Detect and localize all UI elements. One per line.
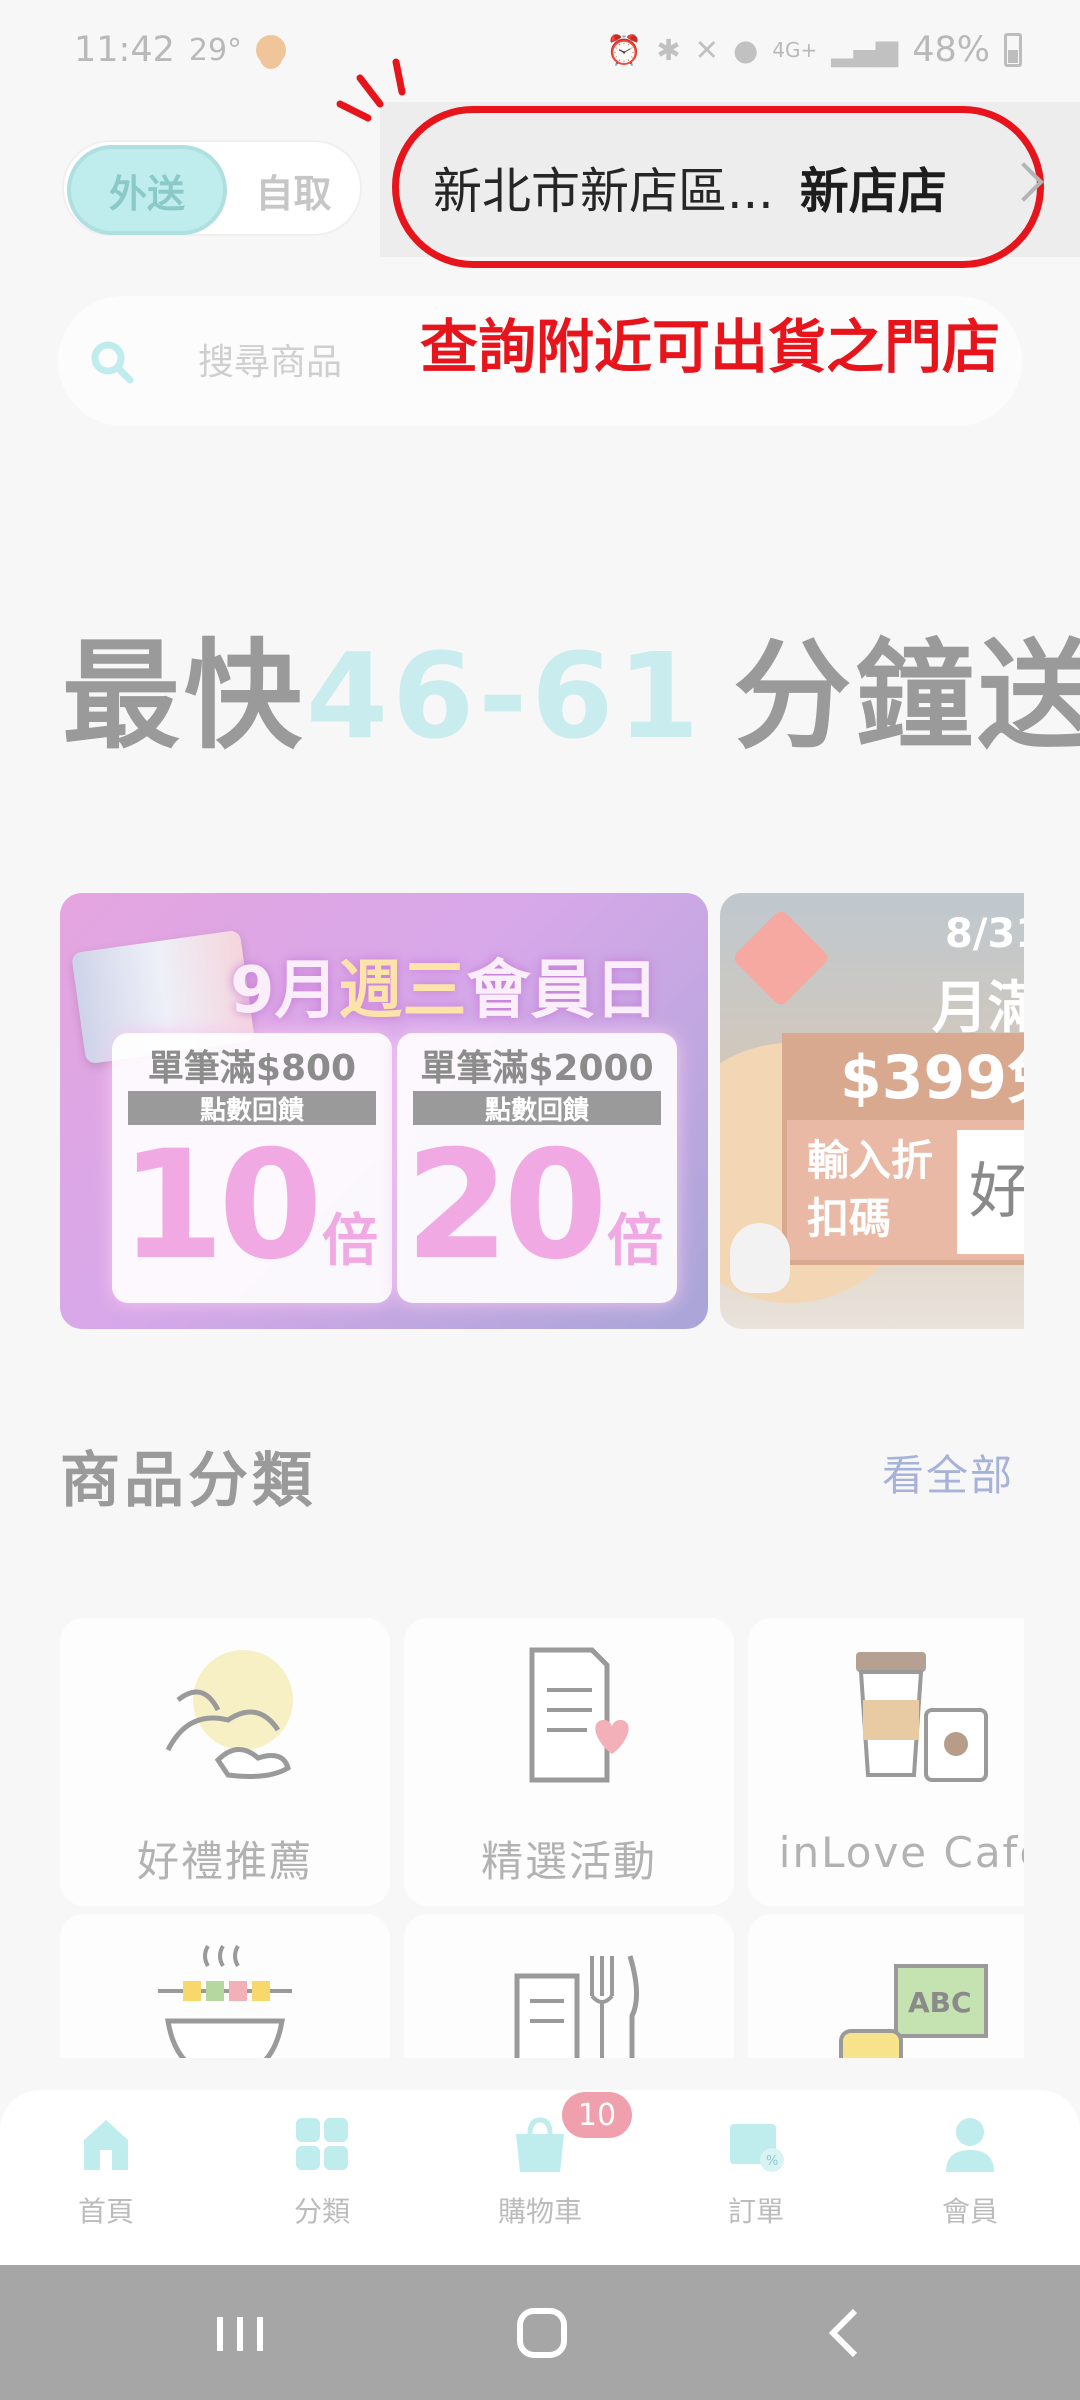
shopping-bag-icon	[516, 2117, 564, 2172]
banner-title-rest: 會員日	[466, 954, 659, 1028]
battery-icon	[1004, 33, 1022, 67]
category-card[interactable]: inLove Café	[748, 1618, 1024, 1906]
discount-code-value: 好	[957, 1130, 1024, 1254]
offer-condition: 單筆滿$800	[147, 1048, 357, 1089]
status-bar: 11:42 29° ⏰ ✱ ✕ ● 4G+ ▂▄▆ 48%	[0, 0, 1080, 100]
status-temperature: 29°	[188, 32, 243, 68]
banner-member-day[interactable]: 9月週三會員日 單筆滿$800 點數回饋 10 倍 單筆滿$2000 點數回饋 …	[60, 893, 708, 1329]
category-card[interactable]: ABC	[748, 1914, 1024, 2058]
svg-text:ABC: ABC	[908, 1986, 972, 2019]
headline-time: 46-61	[306, 627, 704, 765]
search-icon	[91, 341, 134, 384]
delivery-time-headline: 最快46-61 分鐘送	[62, 600, 1080, 771]
headline-prefix: 最快	[62, 627, 307, 765]
network-type: 4G+	[772, 38, 818, 62]
tab-orders[interactable]: % 訂單	[696, 2108, 816, 2248]
category-card[interactable]	[404, 1914, 734, 2058]
category-section-title: 商品分類	[60, 1446, 316, 1516]
tab-home[interactable]: 首頁	[46, 2108, 166, 2248]
discount-code-box: 輸入折扣碼 好	[782, 1115, 1024, 1265]
menu-cutlery-icon	[514, 1955, 639, 2058]
category-grid: 好禮推薦 精選活動 inLove Café ABC	[60, 1618, 1024, 2058]
back-icon[interactable]	[805, 2295, 885, 2371]
banner-date: 8/31	[945, 911, 1024, 957]
status-right: ⏰ ✱ ✕ ● 4G+ ▂▄▆ 48%	[606, 30, 1022, 70]
grid-icon	[296, 2118, 348, 2170]
see-all-link[interactable]: 看全部	[882, 1442, 1014, 1503]
banner-carousel[interactable]: 9月週三會員日 單筆滿$800 點數回饋 10 倍 單筆滿$2000 點數回饋 …	[60, 893, 1024, 1329]
tab-member[interactable]: 會員	[910, 2108, 1030, 2248]
search-input[interactable]: 搜尋商品	[198, 338, 342, 388]
weather-icon	[256, 35, 287, 65]
category-label: 精選活動	[480, 1837, 657, 1886]
app-screen: 11:42 29° ⏰ ✱ ✕ ● 4G+ ▂▄▆ 48% 外送 自取 新北市新…	[0, 0, 1080, 2400]
order-icon: %	[730, 2124, 784, 2172]
coffee-icon	[856, 1652, 988, 1782]
headline-suffix: 分鐘送	[733, 627, 1080, 765]
offer-box-800: 單筆滿$800 點數回饋 10 倍	[112, 1033, 392, 1303]
category-card[interactable]	[60, 1914, 390, 2058]
delivery-option[interactable]: 外送	[67, 145, 227, 235]
school-bag-icon: ABC	[839, 1964, 988, 2058]
bluetooth-icon: ✱	[656, 33, 681, 67]
rabbit-decoration	[730, 1223, 790, 1293]
store-selector[interactable]: 新北市新店區... 新店店	[392, 106, 1044, 268]
svg-text:%: %	[766, 2154, 778, 2169]
home-button-icon[interactable]	[502, 2295, 582, 2371]
location-icon: ●	[732, 33, 759, 67]
category-label: 好禮推薦	[136, 1837, 313, 1886]
category-card[interactable]: 好禮推薦	[60, 1618, 390, 1906]
tab-category[interactable]: 分類	[262, 2108, 382, 2248]
banner-title-highlight: 週三	[338, 954, 467, 1028]
skewer-bowl-icon	[158, 1944, 292, 2058]
bottom-tab-bar: 首頁 分類 購物車 % 訂單 會員	[0, 2090, 1080, 2265]
tab-label: 首頁	[77, 2195, 134, 2228]
alarm-icon: ⏰	[606, 32, 643, 67]
status-left: 11:42 29°	[74, 30, 287, 70]
tab-label: 購物車	[497, 2195, 582, 2228]
signal-icon: ▂▄▆	[831, 33, 899, 67]
banner-offer: $399免	[782, 1033, 1024, 1123]
gift-rabbit-icon	[165, 1650, 293, 1779]
offer-multiplier: 20	[405, 1119, 608, 1293]
delivery-mode-toggle[interactable]: 外送 自取	[62, 140, 362, 236]
banner-title: 9月週三會員日	[230, 939, 659, 1031]
mute-icon: ✕	[694, 33, 719, 67]
offer-unit: 倍	[607, 1209, 663, 1274]
document-heart-icon	[529, 1647, 629, 1783]
banner-discount-code[interactable]: 8/31 月滿 $399免 輸入折扣碼 好	[720, 893, 1024, 1329]
member-icon	[946, 2118, 994, 2172]
home-icon	[84, 2120, 128, 2170]
offer-condition: 單筆滿$2000	[420, 1048, 654, 1089]
lantern-icon	[731, 908, 831, 1008]
banner-line: 月滿	[932, 976, 1024, 1041]
system-navigation-bar	[0, 2265, 1080, 2400]
offer-unit: 倍	[322, 1209, 378, 1274]
tab-label: 訂單	[727, 2195, 784, 2228]
annotation-text: 查詢附近可出貨之門店	[420, 313, 1001, 381]
cart-count-badge: 10	[562, 2092, 632, 2138]
battery-level: 48%	[912, 30, 990, 70]
store-address: 新北市新店區...	[433, 162, 774, 220]
category-label: inLove Café	[778, 1828, 1024, 1877]
status-time: 11:42	[74, 30, 175, 70]
recent-apps-icon[interactable]	[200, 2295, 280, 2371]
offer-multiplier: 10	[120, 1119, 323, 1293]
banner-title-month: 9月	[230, 954, 339, 1028]
pickup-option[interactable]: 自取	[236, 142, 351, 238]
store-name: 新店店	[799, 162, 947, 220]
discount-code-label: 輸入折扣碼	[807, 1136, 934, 1243]
offer-box-2000: 單筆滿$2000 點數回饋 20 倍	[397, 1033, 677, 1303]
tab-label: 分類	[293, 2195, 350, 2228]
attention-marks	[336, 58, 406, 122]
tab-label: 會員	[941, 2195, 998, 2228]
category-card[interactable]: 精選活動	[404, 1618, 734, 1906]
